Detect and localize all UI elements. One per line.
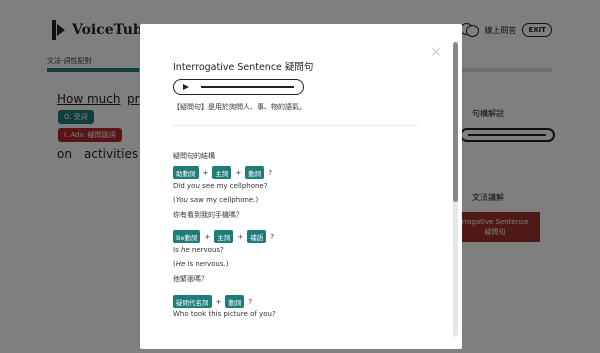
example-sentence: (You saw my cellphone.) <box>173 196 259 204</box>
close-icon[interactable]: × <box>430 44 442 60</box>
pattern-plus: + <box>237 232 244 241</box>
pattern-plus: + <box>204 232 211 241</box>
play-icon[interactable] <box>183 84 189 90</box>
audio-progress-track[interactable] <box>201 86 294 88</box>
pattern-pill: 補語 <box>247 230 267 243</box>
pattern-qmark: ? <box>270 232 274 241</box>
example-translation: 你有看到我的手機嗎？ <box>173 211 243 219</box>
section-title: 疑問句的結構 <box>173 152 215 160</box>
example-sentence: Who took this picture of you? <box>173 310 276 318</box>
pattern-pill: 動詞 <box>225 295 245 308</box>
audio-player[interactable] <box>173 79 304 95</box>
pattern-pill: Be動詞 <box>173 230 201 243</box>
pattern-pill: 主詞 <box>212 166 232 179</box>
example-sentence: (He is nervous.) <box>173 260 229 268</box>
pattern-1: 助動詞 + 主詞 + 動詞 ? <box>173 166 272 179</box>
pattern-plus: + <box>202 168 209 177</box>
pattern-pill: 疑問代名詞 <box>173 295 212 308</box>
modal-scrollbar[interactable] <box>453 42 458 337</box>
pattern-qmark: ? <box>248 297 253 306</box>
pattern-pill: 動詞 <box>245 166 265 179</box>
pattern-pill: 助動詞 <box>173 166 199 179</box>
pattern-2: Be動詞 + 主詞 + 補語 ? <box>173 230 274 243</box>
pattern-pill: 主詞 <box>214 230 234 243</box>
grammar-modal: × Interrogative Sentence 疑問句 【疑問句】是用於詢問人… <box>140 24 462 349</box>
pattern-plus: + <box>215 297 222 306</box>
example-sentence: Did you see my cellphone? <box>173 182 268 190</box>
example-translation: 他緊張嗎？ <box>173 275 208 283</box>
scrollbar-thumb[interactable] <box>453 42 458 202</box>
modal-title: Interrogative Sentence 疑問句 <box>173 62 314 73</box>
divider <box>173 125 418 126</box>
modal-description: 【疑問句】是用於詢問人、事、物的語氣。 <box>173 103 306 111</box>
pattern-qmark: ? <box>268 168 272 177</box>
pattern-plus: + <box>235 168 242 177</box>
pattern-3: 疑問代名詞 + 動詞 ? <box>173 295 252 308</box>
example-sentence: Is he nervous? <box>173 246 224 254</box>
